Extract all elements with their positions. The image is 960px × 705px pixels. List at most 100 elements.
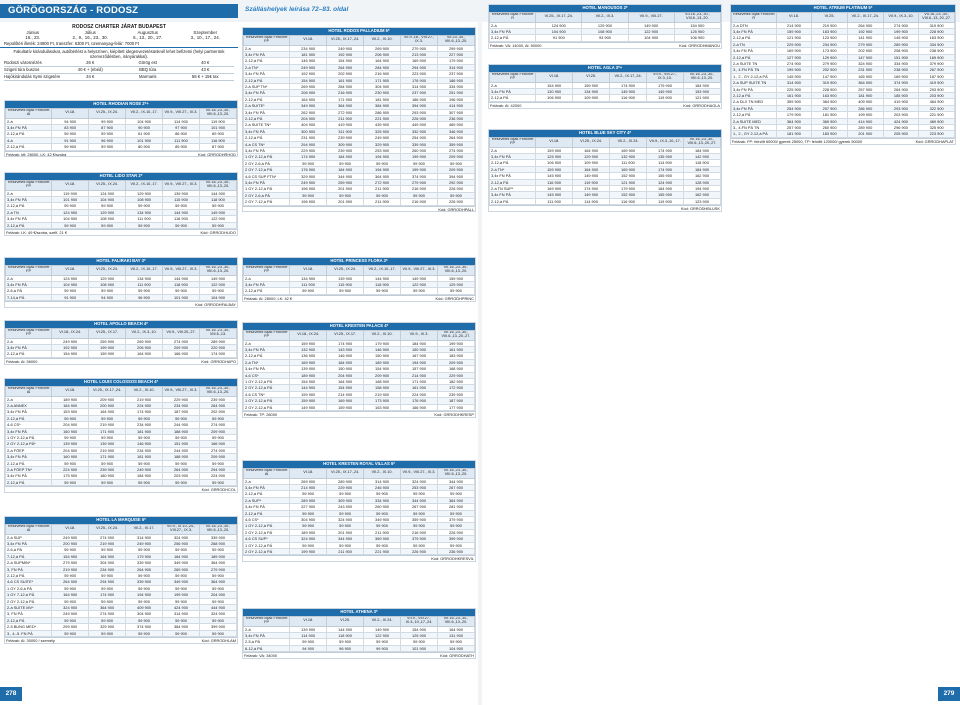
hotel-price-table: HOTEL KRESTEN PALACE 4* Részvételi díjak … xyxy=(242,322,476,418)
supplements-note: Felárak: TP: 28000 xyxy=(244,411,278,417)
supplements-note: Felárak: VA: 14000, Al: 50000 xyxy=(490,42,542,48)
column-header: VII.16.,23.,30., VIII.6.,13.,20. xyxy=(673,11,721,23)
price-cell: 87 900 xyxy=(199,143,237,151)
column-header: VI.25., IX.24. xyxy=(326,264,365,276)
table-row: 2 GY 2-12,á PÁ 149 900 159 900 163 900 166 9… xyxy=(242,403,475,412)
price-grid: Részvételi díjak Ft/fő/hét Al VI.18. VI.25… xyxy=(4,107,237,151)
price-cell: 80 900 xyxy=(125,143,164,151)
column-header: VI.18. xyxy=(51,523,90,535)
hotel-code: Kód: GRRODHFALBAY xyxy=(195,302,236,307)
room-type: 3., 4.-5. FN PÁ xyxy=(4,629,53,638)
column-header: VII.9., VIII.27., IX.3. xyxy=(162,107,200,119)
column-header: VII.2., IX.10. xyxy=(363,34,402,46)
column-header: VI.25., IX.17. xyxy=(88,327,127,339)
column-header: VII.16.,23.,30., VIII.6.,13. xyxy=(199,327,237,339)
column-header: VII.2., IX.10.,17. xyxy=(125,264,164,276)
column-header: VII.9., IX.3. xyxy=(400,329,438,341)
price-cell: 96 900 xyxy=(125,293,164,302)
room-type: 2-12,á PÁ xyxy=(4,350,53,358)
price-cell: 114 900 xyxy=(572,197,611,206)
price-cell: 177 900 xyxy=(437,403,475,412)
column-header: VII.9., VIII.20.,27. xyxy=(162,327,200,339)
column-header: VII.9., VIII.27., IX.3. xyxy=(162,179,200,191)
hotel-code: Kód: GRRODHPRINC xyxy=(435,295,474,301)
hotel-code: Kód: GRRODHKRESVIL xyxy=(431,556,474,562)
column-header: VII.2., IX.3. xyxy=(581,11,629,23)
excursions-note: Fakultatív kirándulásokat, autóbérlést a… xyxy=(13,49,225,59)
page-gutter xyxy=(478,22,482,705)
price-cell: 96 900 xyxy=(326,644,365,653)
table-footer: Kód: GRRODHFALBAY xyxy=(5,301,237,307)
table-row: 3., 4.-5. FN PÁ 59 900 59 900 59 900 59 900 5… xyxy=(4,629,237,638)
hotel-code: Kód: GRRODHAPO xyxy=(201,358,236,364)
price-cell: 174 900 xyxy=(199,350,237,358)
page-number-left: 278 xyxy=(0,687,22,701)
price-cell: 104 900 xyxy=(437,644,475,653)
column-header: VII.2., IX.17. xyxy=(125,523,164,535)
hotel-price-table: HOTEL LA MARQUISE 5* Részvételi díjak Ft/… xyxy=(4,516,238,644)
table-footer: Felárak: LK: 49 €/szoba, szélf. 21 € Kód:… xyxy=(5,228,237,235)
price-cell: 85 900 xyxy=(162,143,200,151)
table-row: 2-12,á PÁ 106 900 109 900 116 900 119 900 121… xyxy=(488,94,721,102)
column-header: VI.18. xyxy=(51,385,90,397)
column-header: VI.18. xyxy=(289,264,328,276)
supplements-note: Felárak: Al: 56000 xyxy=(6,358,38,364)
column-header: VI.25., IX.24. xyxy=(88,179,127,191)
supplements-note: Felárak: Al: 42000 xyxy=(490,102,522,108)
price-cell: 93 900 xyxy=(581,34,629,42)
column-header: VII.2., IX.10.,17. xyxy=(125,107,164,119)
price-cell: 123 900 xyxy=(683,197,721,206)
room-type: 2 GY 2-12,á PÁ xyxy=(242,547,291,556)
price-cell: 164 900 xyxy=(125,350,164,358)
column-header: VI.18. xyxy=(289,34,328,46)
table-footer: Felárak: Al: 30000 / személy Kód: GRRODHL… xyxy=(5,637,237,643)
column-header: Részvételi díjak Ft/fő/hét Al xyxy=(242,467,291,479)
price-cell: 59 900 xyxy=(162,629,200,638)
column-header: Részvételi díjak Ft/fő/hét FP xyxy=(242,615,291,627)
column-header: VII.16.,23.,30., VIII.6.,13.,20. xyxy=(199,523,237,535)
column-header: VI.18. xyxy=(51,107,90,119)
table-footer: Kód: GRRODHCOL xyxy=(5,486,237,492)
price-cell: 59 900 xyxy=(125,478,164,487)
hotel-price-table: HOTEL FALIRAKI BAY 3* Részvételi díjak Ft… xyxy=(4,257,238,308)
price-cell: 149 900 xyxy=(289,403,328,412)
column-header: VII.9., VIII.27., IX.3. xyxy=(400,467,438,479)
price-cell: 59 900 xyxy=(199,629,237,638)
column-header: VII.2., IX.24. xyxy=(609,136,648,148)
excursions-table: Rodoszi városnézés 26 € Görög est 40 € S… xyxy=(4,60,234,81)
excursion-name: Szigeti túra buszos xyxy=(4,66,62,74)
hotel-price-table: HOTEL ATHENA 3* Részvételi díjak Ft/fő/hé… xyxy=(242,608,476,659)
price-cell: 211 900 xyxy=(326,547,365,556)
price-grid: Részvételi díjak Ft/fő/hét FP VI.18. VI.25… xyxy=(4,264,237,302)
hotel-code: Kód: GRRODHKRESP xyxy=(434,411,474,417)
room-type: 2-12,á PÁ xyxy=(488,197,537,206)
hotel-code: Kód: GRRODHMANOU xyxy=(679,42,720,48)
price-cell: 59 900 xyxy=(363,287,402,295)
hotel-price-table: HOTEL APOLLO BEACH 4* Részvételi díjak Ft… xyxy=(4,320,238,365)
hotel-price-table: HOTEL AGLA 3*+ Részvételi díjak Ft/fő/hét… xyxy=(488,64,722,109)
price-cell: 59 900 xyxy=(88,143,127,151)
price-cell: 59 900 xyxy=(289,287,328,295)
column-header: VI.18. xyxy=(51,179,90,191)
room-type: 2-12,á PÁ xyxy=(4,143,53,151)
price-cell: 104 900 xyxy=(199,293,237,302)
price-cell: 221 900 xyxy=(363,547,402,556)
price-grid: Részvételi díjak Ft/fő/hét FP VI.18., IX.… xyxy=(4,327,237,358)
column-header: Részvételi díjak Ft/fő/hét FP xyxy=(242,329,291,341)
price-grid: Részvételi díjak Ft/fő/hét FP VI.18. VI.25… xyxy=(242,264,475,295)
supplements-note: Felárak: Al: 28000, LK: 42 € xyxy=(244,295,293,301)
column-header: VI.25., IX.17.,24. xyxy=(326,34,365,46)
price-cell: 121 900 xyxy=(683,94,721,102)
hotel-code: Kód: GRRODHRHOD xyxy=(198,151,236,157)
price-cell: 201 900 xyxy=(326,198,365,206)
column-header: VII.2., IX.10. xyxy=(363,467,402,479)
table-footer: Felárak: VA: 34000 Kód: GRRODHATH xyxy=(243,652,475,658)
price-cell: 116 900 xyxy=(609,94,648,102)
hotel-price-table: HOTEL PRINCESS FLORA 3* Részvételi díjak … xyxy=(242,257,476,302)
price-cell: 226 900 xyxy=(437,198,475,206)
table-footer: Kód: GRRODHBLUSK xyxy=(489,205,721,211)
column-header: Részvételi díjak Ft/fő/hét FP xyxy=(4,264,53,276)
table-row: 2 GY 2-12,á PÁ 199 900 211 900 221 900 226 9… xyxy=(242,547,475,556)
room-type: 2-12,á PÁ xyxy=(4,221,53,229)
column-header: VII.16.,23.,30., VIII.6.,13.,20. xyxy=(199,264,237,276)
